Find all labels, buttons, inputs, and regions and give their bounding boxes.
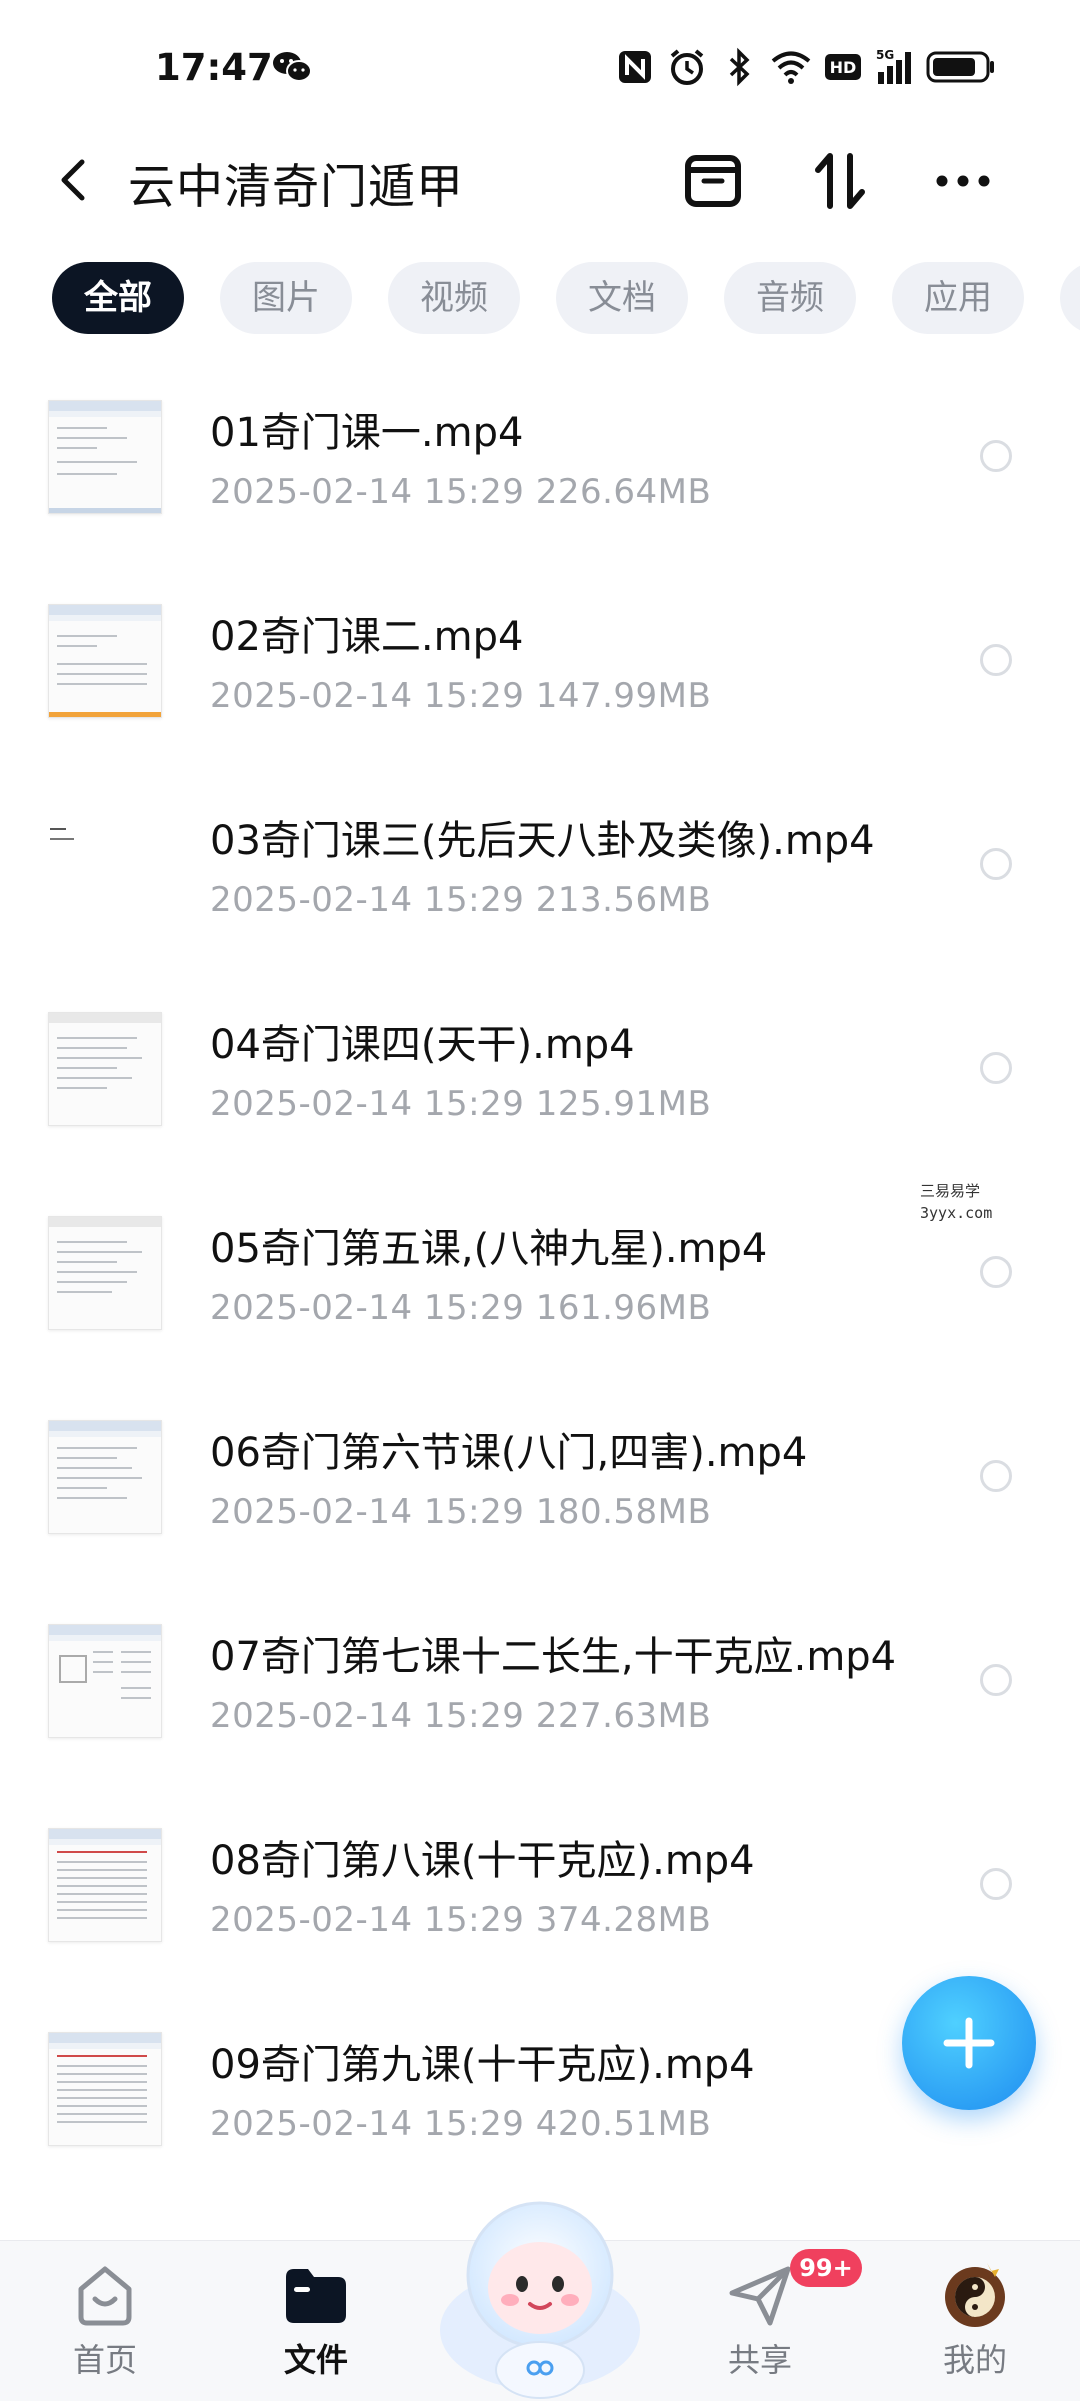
video-thumbnail xyxy=(48,1828,162,1942)
file-name: 04奇门课四(天干).mp4 xyxy=(210,1022,635,1068)
tab-videos[interactable]: 视频 xyxy=(388,262,520,334)
avatar-icon xyxy=(945,2263,1005,2327)
file-meta: 2025-02-14 15:29 226.64MB xyxy=(210,472,712,512)
notification-badge: 99+ xyxy=(790,2249,862,2287)
hd-icon: HD xyxy=(825,54,861,80)
more-icon[interactable] xyxy=(930,148,996,214)
wifi-icon xyxy=(771,51,811,84)
nav-mine[interactable]: 我的 xyxy=(905,2259,1045,2381)
file-name: 03奇门课三(先后天八卦及类像).mp4 xyxy=(210,818,875,864)
svg-text:5G: 5G xyxy=(876,48,894,62)
video-thumbnail xyxy=(48,604,162,718)
file-meta: 2025-02-14 15:29 161.96MB xyxy=(210,1288,712,1328)
tab-more[interactable] xyxy=(1060,262,1080,334)
watermark-line: 3yyx.com xyxy=(920,1204,993,1222)
status-bar: 17:47 HD 5G xyxy=(0,0,1080,130)
list-item[interactable]: 04奇门课四(天干).mp4 2025-02-14 15:29 125.91MB xyxy=(0,992,1080,1196)
signal-icon: 5G xyxy=(876,48,911,84)
file-name: 07奇门第七课十二长生,十干克应.mp4 xyxy=(210,1634,897,1680)
video-thumbnail xyxy=(48,1216,162,1330)
file-meta: 2025-02-14 15:29 213.56MB xyxy=(210,880,712,920)
select-checkbox[interactable] xyxy=(980,1868,1012,1900)
file-name: 05奇门第五课,(八神九星).mp4 xyxy=(210,1226,768,1272)
page-title: 云中清奇门遁甲 xyxy=(128,160,464,215)
list-item[interactable]: 07奇门第七课十二长生,十干克应.mp4 2025-02-14 15:29 22… xyxy=(0,1604,1080,1808)
nav-files[interactable]: 文件 xyxy=(246,2259,386,2381)
file-name: 02奇门课二.mp4 xyxy=(210,614,524,660)
list-item[interactable]: 02奇门课二.mp4 2025-02-14 15:29 147.99MB xyxy=(0,584,1080,788)
list-item[interactable]: 05奇门第五课,(八神九星).mp4 2025-02-14 15:29 161.… xyxy=(0,1196,1080,1400)
select-checkbox[interactable] xyxy=(980,644,1012,676)
tab-audio[interactable]: 音频 xyxy=(724,262,856,334)
nav-label: 共享 xyxy=(727,2341,792,2379)
status-icons: HD 5G xyxy=(614,46,996,88)
video-thumbnail xyxy=(48,400,162,514)
bluetooth-icon xyxy=(729,47,750,87)
nav-share[interactable]: 99+ 共享 xyxy=(690,2249,862,2381)
file-meta: 2025-02-14 15:29 420.51MB xyxy=(210,2104,712,2144)
list-item[interactable]: 08奇门第八课(十干克应).mp4 2025-02-14 15:29 374.2… xyxy=(0,1808,1080,2012)
alarm-icon xyxy=(670,49,704,85)
watermark: 三易易学 3yyx.com xyxy=(920,1180,992,1224)
status-time: 17:47 xyxy=(155,46,273,89)
video-thumbnail xyxy=(48,808,160,920)
video-thumbnail xyxy=(48,1624,162,1738)
filter-tabs: 全部 图片 视频 文档 音频 应用 xyxy=(52,262,1080,336)
nav-home[interactable]: 首页 xyxy=(35,2259,175,2381)
select-checkbox[interactable] xyxy=(980,848,1012,880)
mascot-assistant-icon[interactable] xyxy=(430,2180,650,2400)
nav-label: 首页 xyxy=(72,2341,137,2379)
file-name: 01奇门课一.mp4 xyxy=(210,410,524,456)
file-meta: 2025-02-14 15:29 374.28MB xyxy=(210,1900,712,1940)
plus-icon xyxy=(943,2017,995,2069)
watermark-line: 三易易学 xyxy=(920,1182,981,1200)
archive-icon[interactable] xyxy=(680,148,746,214)
header: 云中清奇门遁甲 xyxy=(0,130,1080,230)
select-checkbox[interactable] xyxy=(980,440,1012,472)
file-name: 06奇门第六节课(八门,四害).mp4 xyxy=(210,1430,808,1476)
file-name: 08奇门第八课(十干克应).mp4 xyxy=(210,1838,755,1884)
video-thumbnail xyxy=(48,1012,162,1126)
tab-apps[interactable]: 应用 xyxy=(892,262,1024,334)
select-checkbox[interactable] xyxy=(980,1052,1012,1084)
file-name: 09奇门第九课(十干克应).mp4 xyxy=(210,2042,755,2088)
file-meta: 2025-02-14 15:29 147.99MB xyxy=(210,676,712,716)
folder-icon xyxy=(286,2269,346,2323)
sort-icon[interactable] xyxy=(808,148,874,214)
select-checkbox[interactable] xyxy=(980,1664,1012,1696)
select-checkbox[interactable] xyxy=(980,1256,1012,1288)
list-item[interactable]: 03奇门课三(先后天八卦及类像).mp4 2025-02-14 15:29 21… xyxy=(0,788,1080,992)
video-thumbnail xyxy=(48,2032,162,2146)
battery-icon xyxy=(926,51,994,83)
list-item[interactable]: 06奇门第六节课(八门,四害).mp4 2025-02-14 15:29 180… xyxy=(0,1400,1080,1604)
select-checkbox[interactable] xyxy=(980,1460,1012,1492)
tab-documents[interactable]: 文档 xyxy=(556,262,688,334)
video-thumbnail xyxy=(48,1420,162,1534)
home-icon xyxy=(78,2266,132,2326)
paper-plane-icon xyxy=(729,2266,791,2326)
file-meta: 2025-02-14 15:29 180.58MB xyxy=(210,1492,712,1532)
nav-label: 我的 xyxy=(942,2341,1007,2379)
tab-images[interactable]: 图片 xyxy=(220,262,352,334)
file-meta: 2025-02-14 15:29 125.91MB xyxy=(210,1084,712,1124)
svg-text:HD: HD xyxy=(830,58,857,77)
list-item[interactable]: 01奇门课一.mp4 2025-02-14 15:29 226.64MB xyxy=(0,380,1080,584)
nfc-icon xyxy=(619,51,651,83)
tab-all[interactable]: 全部 xyxy=(52,262,184,334)
back-icon[interactable] xyxy=(48,152,104,208)
add-button[interactable] xyxy=(902,1976,1036,2110)
file-meta: 2025-02-14 15:29 227.63MB xyxy=(210,1696,712,1736)
nav-label: 文件 xyxy=(283,2341,348,2379)
wechat-icon xyxy=(273,52,312,82)
